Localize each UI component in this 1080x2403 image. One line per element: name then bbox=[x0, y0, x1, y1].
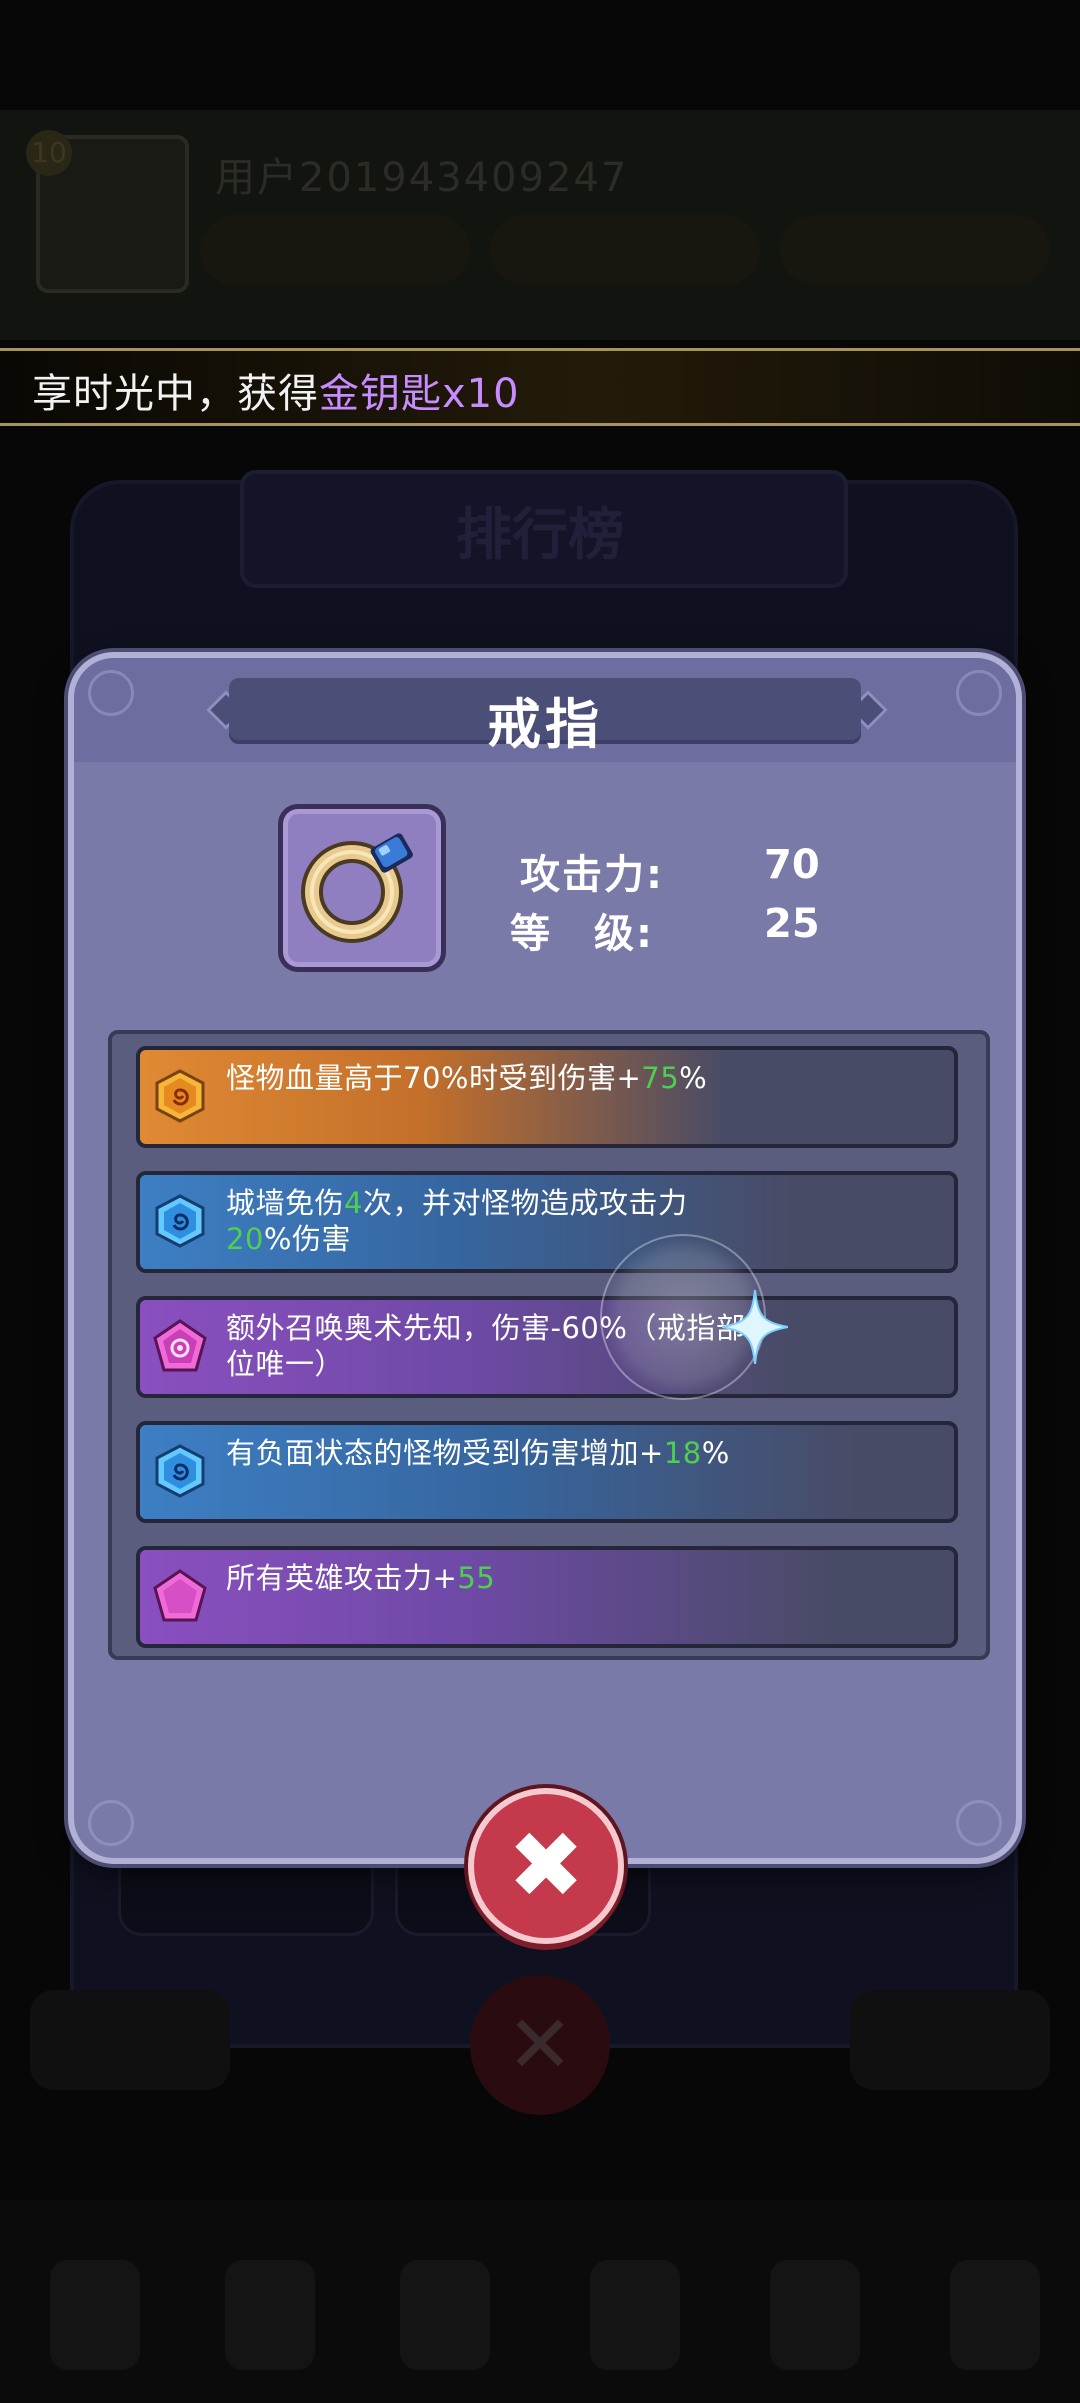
bg-nav-item bbox=[590, 2260, 680, 2370]
affix-row: 额外召唤奥术先知，伤害-60%（戒指部位唯一） bbox=[136, 1296, 958, 1398]
stat-value-level: 25 bbox=[764, 901, 820, 947]
bg-nav-item bbox=[400, 2260, 490, 2370]
item-icon-frame bbox=[278, 804, 446, 972]
sparkle-icon bbox=[722, 1290, 788, 1364]
orange-hexagon-gem-icon bbox=[155, 1069, 205, 1123]
affix-list: 怪物血量高于70%时受到伤害+75% 城墙免伤4次，并对怪物造成攻击力20%伤害… bbox=[108, 1030, 990, 1660]
affix-row: 有负面状态的怪物受到伤害增加+18% bbox=[136, 1421, 958, 1523]
blue-hexagon-gem-icon bbox=[155, 1194, 205, 1248]
stat-label-attack: 攻击力: bbox=[520, 852, 664, 898]
bg-level-badge: 10 bbox=[26, 130, 72, 176]
ring-icon bbox=[301, 833, 413, 943]
popup-title: 戒指 bbox=[487, 693, 603, 756]
equipment-detail-popup: 戒指 攻击力: 70 等 级: 25 怪物血量高于70%时受到伤害+75% 城墙… bbox=[68, 652, 1022, 1864]
bg-resource-2 bbox=[490, 215, 760, 285]
banner-text: 享时光中，获得金钥匙x10 bbox=[32, 361, 520, 419]
bg-nav-item bbox=[770, 2260, 860, 2370]
reward-notification-banner: 享时光中，获得金钥匙x10 bbox=[0, 348, 1080, 426]
banner-highlight: 金钥匙x10 bbox=[319, 371, 520, 417]
affix-text: 有负面状态的怪物受到伤害增加+18% bbox=[226, 1436, 730, 1470]
bg-resource-1 bbox=[200, 215, 470, 285]
close-button[interactable]: ✖ bbox=[468, 1788, 624, 1944]
bg-player-name: 用户201943409247 bbox=[215, 155, 629, 201]
bg-close-icon: ✕ bbox=[506, 1998, 574, 2091]
bg-cell-left bbox=[30, 1990, 230, 2090]
banner-prefix: 享时光中，获得 bbox=[32, 371, 319, 417]
bg-resource-3 bbox=[780, 215, 1050, 285]
blue-hexagon-gem-icon bbox=[155, 1444, 205, 1498]
affix-row: 怪物血量高于70%时受到伤害+75% bbox=[136, 1046, 958, 1148]
purple-pentagon-gem-icon bbox=[153, 1569, 207, 1622]
bg-leaderboard-title: 排行榜 bbox=[456, 503, 624, 568]
corner-ornament-icon bbox=[956, 1800, 1002, 1846]
corner-ornament-icon bbox=[88, 1800, 134, 1846]
purple-pentagon-gem-icon bbox=[153, 1319, 207, 1372]
bg-cell-right bbox=[850, 1990, 1050, 2090]
bg-bottom-nav bbox=[0, 2200, 1080, 2403]
bg-nav-item bbox=[225, 2260, 315, 2370]
affix-row: 所有英雄攻击力+55 bbox=[136, 1546, 958, 1648]
affix-row: 城墙免伤4次，并对怪物造成攻击力20%伤害 bbox=[136, 1171, 958, 1273]
affix-text: 怪物血量高于70%时受到伤害+75% bbox=[226, 1061, 708, 1095]
bg-nav-item bbox=[950, 2260, 1040, 2370]
affix-text: 所有英雄攻击力+55 bbox=[226, 1561, 496, 1595]
bg-nav-item bbox=[50, 2260, 140, 2370]
close-icon: ✖ bbox=[507, 1812, 585, 1919]
stat-label-level: 等 级: bbox=[510, 911, 654, 957]
stat-value-attack: 70 bbox=[764, 842, 820, 888]
